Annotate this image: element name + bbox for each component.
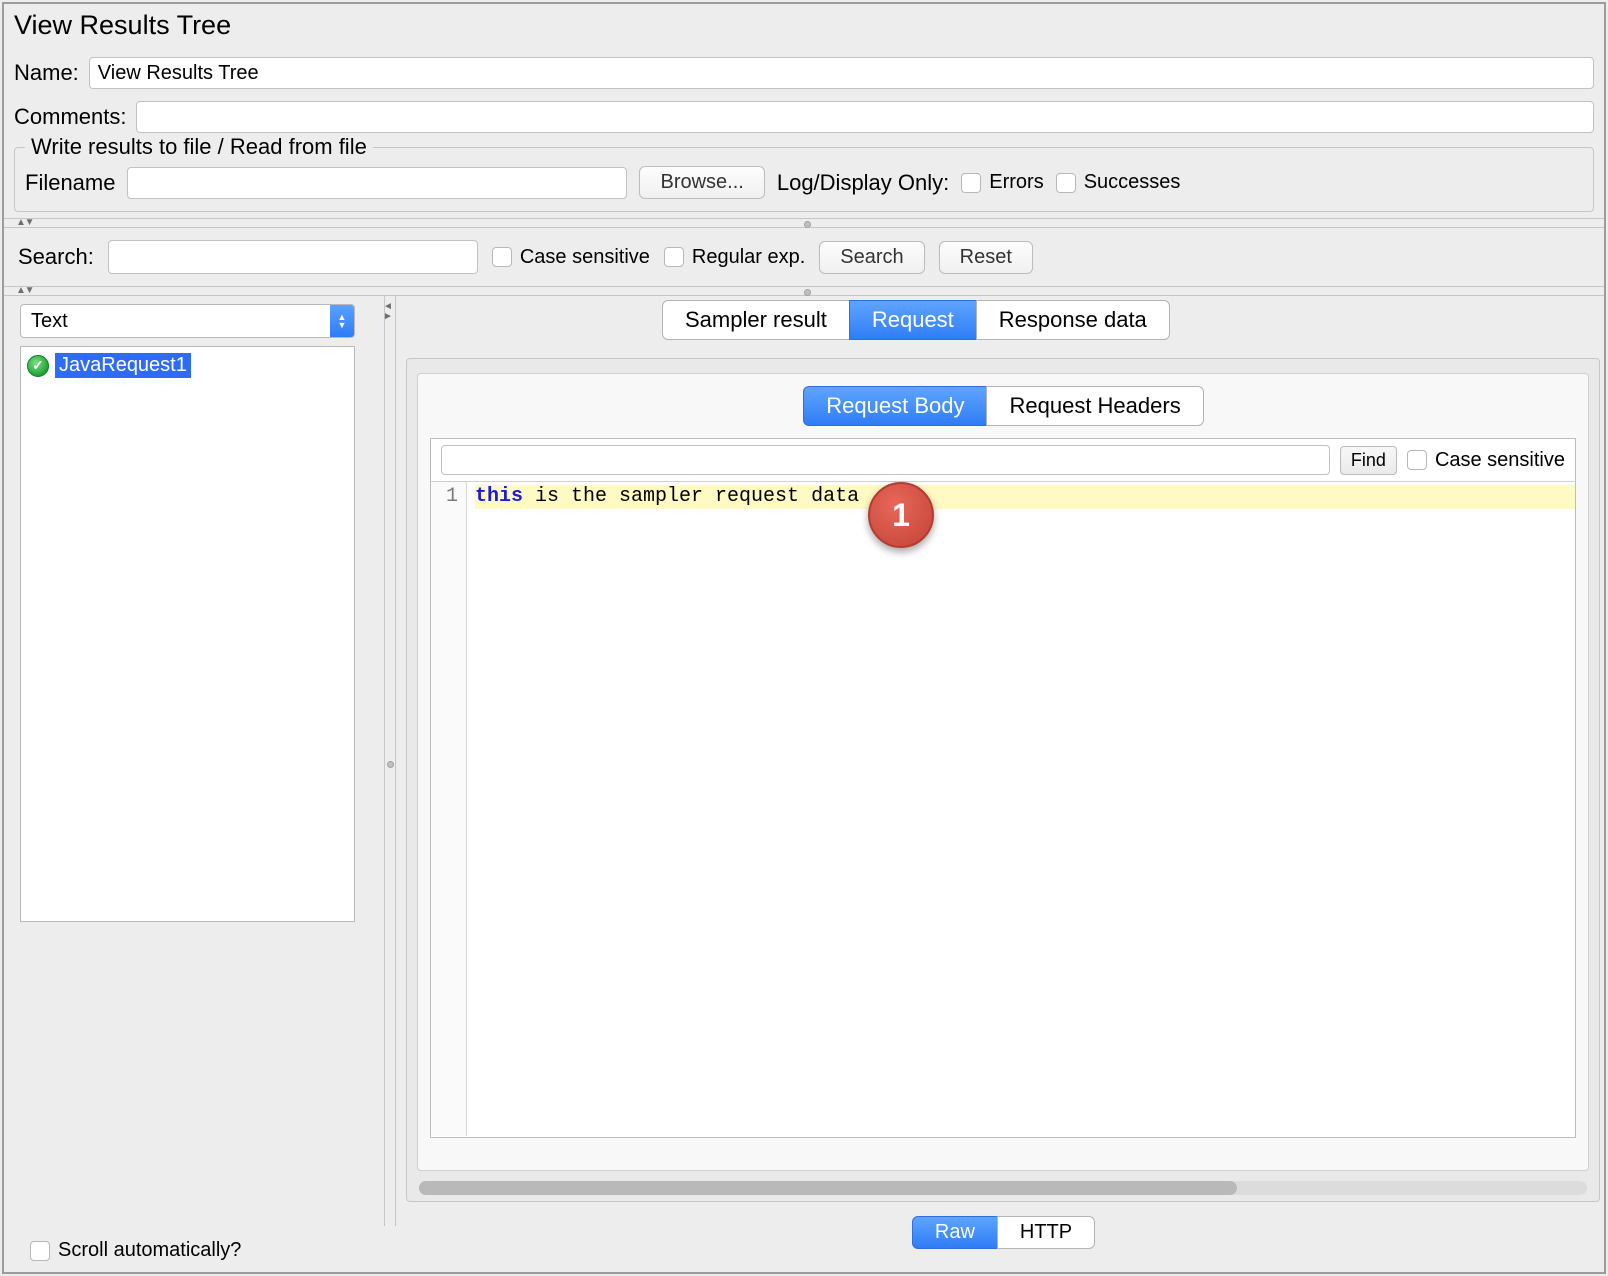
logdisplay-label: Log/Display Only:	[777, 170, 949, 196]
request-panel: Request Body Request Headers Find Case s…	[406, 358, 1600, 1202]
tab-http[interactable]: HTTP	[997, 1216, 1095, 1249]
checkbox-icon	[664, 247, 684, 267]
tab-response-data[interactable]: Response data	[976, 300, 1170, 340]
checkbox-icon	[1407, 450, 1427, 470]
success-shield-icon: ✓	[27, 355, 49, 377]
find-case-checkbox[interactable]: Case sensitive	[1407, 449, 1565, 472]
search-label: Search:	[18, 244, 94, 270]
scrollbar-thumb[interactable]	[419, 1181, 1237, 1195]
comments-label: Comments:	[14, 104, 126, 130]
splitter-arrows-icon: ▲ ▼	[16, 285, 33, 296]
horizontal-splitter-top[interactable]: ▲ ▼	[4, 218, 1604, 228]
file-fieldset: Write results to file / Read from file F…	[14, 147, 1594, 212]
tab-raw[interactable]: Raw	[912, 1216, 998, 1249]
splitter-grip-icon	[387, 761, 394, 768]
splitter-grip-icon	[804, 221, 811, 228]
search-case-label: Case sensitive	[520, 246, 650, 269]
checkbox-icon	[492, 247, 512, 267]
reset-button[interactable]: Reset	[939, 241, 1033, 274]
errors-checkbox[interactable]: Errors	[961, 171, 1043, 194]
search-input[interactable]	[108, 240, 478, 274]
tree-item[interactable]: ✓ JavaRequest1	[27, 353, 348, 378]
scroll-auto-checkbox[interactable]: Scroll automatically?	[30, 1239, 241, 1262]
find-input[interactable]	[441, 445, 1330, 475]
filename-input[interactable]	[127, 167, 627, 199]
tab-sampler-result[interactable]: Sampler result	[662, 300, 850, 340]
code-keyword: this	[475, 485, 523, 508]
checkbox-icon	[961, 173, 981, 193]
browse-button[interactable]: Browse...	[639, 166, 764, 199]
vertical-splitter[interactable]: ◄►	[384, 296, 396, 1226]
successes-checkbox-label: Successes	[1084, 171, 1181, 194]
code-frame: Find Case sensitive 1 this is the	[430, 438, 1576, 1138]
panel-title: View Results Tree	[14, 10, 231, 40]
renderer-selected: Text	[31, 310, 68, 333]
name-input[interactable]	[89, 57, 1594, 89]
find-button[interactable]: Find	[1340, 446, 1397, 475]
splitter-arrows-icon: ▲ ▼	[16, 217, 33, 228]
line-number: 1	[431, 485, 458, 508]
search-case-checkbox[interactable]: Case sensitive	[492, 246, 650, 269]
scroll-auto-label: Scroll automatically?	[58, 1239, 241, 1262]
search-regex-label: Regular exp.	[692, 246, 805, 269]
successes-checkbox[interactable]: Successes	[1056, 171, 1181, 194]
sub-tabbar: Request Body Request Headers	[430, 386, 1576, 426]
checkbox-icon	[30, 1241, 50, 1261]
name-label: Name:	[14, 60, 79, 86]
search-regex-checkbox[interactable]: Regular exp.	[664, 246, 805, 269]
results-tree[interactable]: ✓ JavaRequest1	[20, 346, 355, 922]
find-case-label: Case sensitive	[1435, 449, 1565, 472]
code-body[interactable]: 1 this is the sampler request data	[431, 482, 1575, 1136]
file-legend: Write results to file / Read from file	[25, 134, 373, 160]
splitter-grip-icon	[804, 289, 811, 296]
tree-item-label: JavaRequest1	[55, 353, 191, 378]
tab-request-body[interactable]: Request Body	[803, 386, 987, 426]
main-tabbar: Sampler result Request Response data	[662, 300, 1604, 340]
request-inner-panel: Request Body Request Headers Find Case s…	[417, 373, 1589, 1171]
splitter-arrows-icon: ◄►	[383, 302, 393, 322]
checkbox-icon	[1056, 173, 1076, 193]
view-results-tree-panel: View Results Tree Name: Comments: Write …	[2, 2, 1606, 1274]
code-content[interactable]: this is the sampler request data	[467, 482, 1575, 1136]
chevron-updown-icon: ▲▼	[330, 305, 354, 337]
annotation-badge: 1	[868, 482, 934, 548]
horizontal-splitter-mid[interactable]: ▲ ▼	[4, 286, 1604, 296]
renderer-dropdown[interactable]: Text ▲▼	[20, 304, 355, 338]
code-rest: is the sampler request data	[523, 485, 859, 508]
tab-request[interactable]: Request	[849, 300, 977, 340]
search-button[interactable]: Search	[819, 241, 924, 274]
tab-request-headers[interactable]: Request Headers	[986, 386, 1203, 426]
filename-label: Filename	[25, 170, 115, 196]
horizontal-scrollbar[interactable]	[419, 1181, 1587, 1195]
errors-checkbox-label: Errors	[989, 171, 1043, 194]
code-gutter: 1	[431, 482, 467, 1136]
comments-input[interactable]	[136, 101, 1594, 133]
